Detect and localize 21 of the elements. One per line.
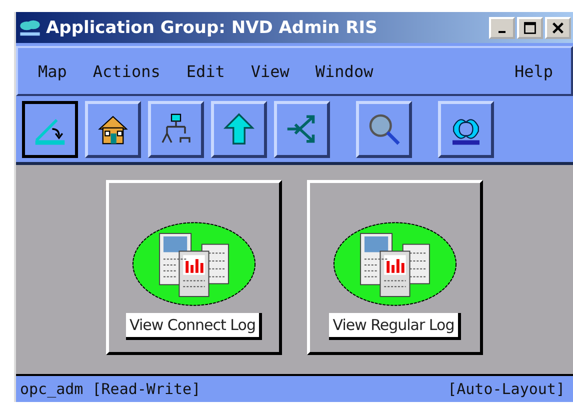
menu-item[interactable]: Edit [186,62,225,80]
menu-item[interactable]: Actions [92,62,160,80]
up-arrow-icon [221,111,257,147]
maximize-button[interactable] [517,16,543,38]
maximize-icon [523,20,537,34]
symbol-tile[interactable]: View Regular Log [307,180,483,355]
close-button[interactable] [545,16,571,38]
minimize-icon [498,31,506,33]
symbol-label: View Regular Log [328,313,462,340]
symbol-tile[interactable]: View Connect Log [106,180,282,355]
toolbar-button[interactable] [22,100,78,158]
menu-item[interactable]: Help [514,62,553,80]
minimize-button[interactable] [489,16,515,38]
menu-item[interactable]: Map [38,62,67,80]
menu-item[interactable]: View [250,62,290,80]
layout-status-text: [Auto-Layout] [448,380,565,398]
symbol-label: View Connect Log [126,313,262,340]
status-text: opc_adm [Read-Write] [20,380,201,398]
close-icon [551,20,565,34]
menu-item[interactable]: Window [315,62,374,80]
window-title: Application Group: NVD Admin RIS [46,18,378,38]
